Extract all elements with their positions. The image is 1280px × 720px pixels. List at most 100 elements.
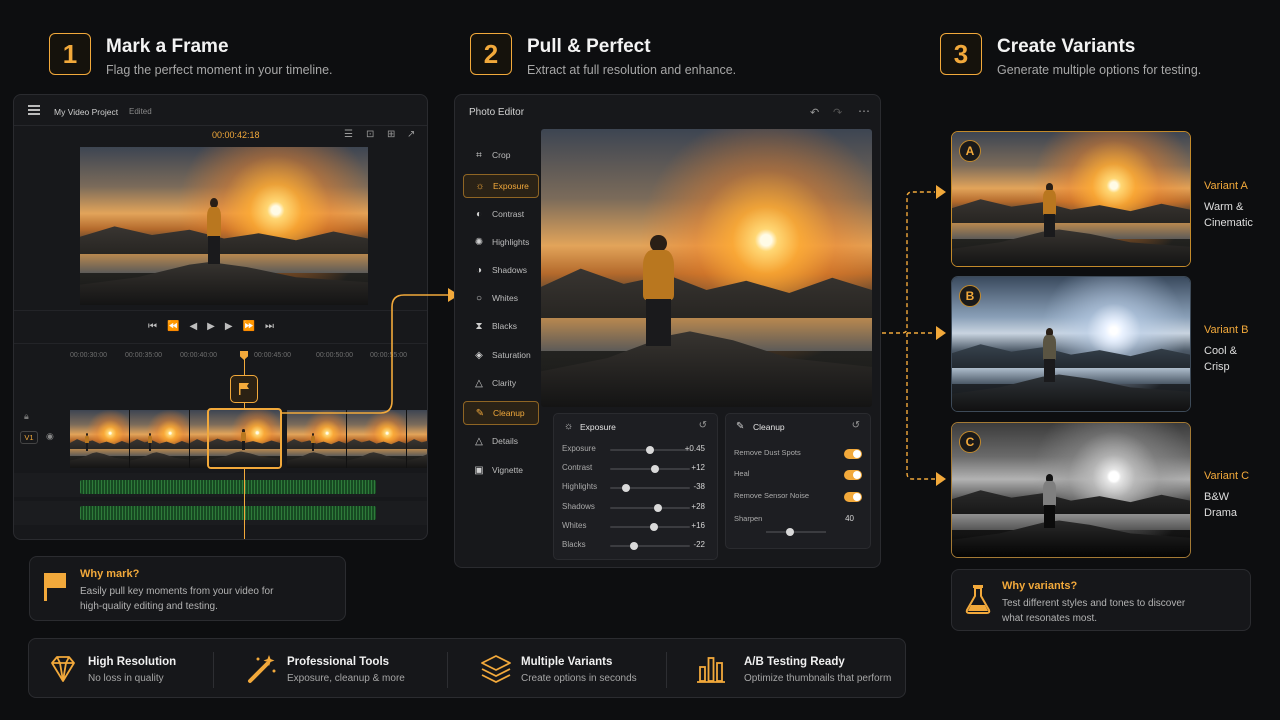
tool-label: Highlights xyxy=(492,237,530,247)
tool-contrast[interactable]: ◐ Contrast xyxy=(463,202,539,226)
variant-card-a[interactable]: A xyxy=(951,131,1191,267)
fullscreen-icon[interactable]: ⊞ xyxy=(387,129,395,140)
cleanup-panel: ✎ Cleanup ↺ Remove Dust Spots Heal Remov… xyxy=(725,413,871,549)
share-icon[interactable]: ↗ xyxy=(407,129,415,140)
sharpen-row: Sharpen 40 xyxy=(726,512,870,528)
feature-title: A/B Testing Ready xyxy=(744,656,845,668)
sun-icon: ☼ xyxy=(564,421,574,432)
toggle-label: Remove Dust Spots xyxy=(734,448,801,457)
more-icon[interactable]: ⋯ xyxy=(858,104,870,118)
step-2-title: Pull & Perfect xyxy=(527,36,651,57)
adjust-slider-knob[interactable] xyxy=(650,465,659,474)
settings-icon[interactable]: ☰ xyxy=(344,129,353,140)
eye-icon[interactable]: ◉ xyxy=(46,431,54,442)
tool-details[interactable]: △ Details xyxy=(463,429,539,453)
step-3-title: Create Variants xyxy=(997,36,1136,57)
redo-icon[interactable]: ↷ xyxy=(833,106,842,119)
adjust-row-highlights: Highlights -38 xyxy=(554,480,717,496)
tool-label: Saturation xyxy=(492,350,531,360)
transport-controls[interactable]: ⏮⏪◀▶▶⏩⏭ xyxy=(148,321,284,332)
contrast-icon: ◐ xyxy=(475,208,483,220)
tool-exposure[interactable]: ☼ Exposure xyxy=(463,174,539,198)
flag-marker[interactable] xyxy=(230,375,258,403)
adjust-row-exposure: Exposure +0.45 xyxy=(554,442,717,458)
toggle-heal[interactable] xyxy=(844,470,862,480)
tool-blacks[interactable]: ⧗ Blacks xyxy=(463,314,539,338)
adjust-label: Blacks xyxy=(562,540,586,549)
export-icon[interactable]: ⊡ xyxy=(366,129,374,140)
video-preview xyxy=(80,147,368,305)
variant-card-c[interactable]: C xyxy=(951,422,1191,558)
tool-crop[interactable]: ⌗ Crop xyxy=(463,143,539,167)
variant-a-desc-1: Warm & xyxy=(1204,201,1244,213)
adjust-slider-track[interactable] xyxy=(610,545,690,547)
lock-icon[interactable]: 🔒︎ xyxy=(24,411,29,422)
marked-frame[interactable] xyxy=(207,408,282,469)
tool-label: Blacks xyxy=(492,321,518,331)
adjust-slider-knob[interactable] xyxy=(630,542,638,550)
tool-shadows[interactable]: ◑ Shadows xyxy=(463,258,539,282)
toggle-sensor-noise[interactable] xyxy=(844,492,862,502)
toggle-row: Remove Sensor Noise xyxy=(726,489,870,505)
adjust-slider-knob[interactable] xyxy=(650,522,658,531)
ruler-tick: 00:00:35:00 xyxy=(125,352,162,359)
tool-highlights[interactable]: ✺ Highlights xyxy=(463,230,539,254)
reset-icon[interactable]: ↺ xyxy=(852,420,860,431)
adjust-label: Exposure xyxy=(562,444,596,453)
highlights-icon: ✺ xyxy=(474,236,484,248)
why-mark-title: Why mark? xyxy=(80,568,140,580)
track-label-v1[interactable]: V1 xyxy=(20,431,38,444)
tool-label: Clarity xyxy=(492,378,517,388)
why-variants-box: Why variants? Test different styles and … xyxy=(951,569,1251,631)
adjust-slider-track[interactable] xyxy=(610,506,690,509)
variant-b-image xyxy=(952,277,1190,411)
adjust-slider-knob[interactable] xyxy=(646,446,654,454)
step-1-number: 1 xyxy=(49,33,91,75)
variant-card-b[interactable]: B xyxy=(951,276,1191,412)
hamburger-icon[interactable] xyxy=(28,105,40,115)
whites-icon: ○ xyxy=(475,292,483,304)
feature-desc: Optimize thumbnails that perform xyxy=(744,673,892,684)
cleanup-panel-title: Cleanup xyxy=(753,422,785,432)
reset-icon[interactable]: ↺ xyxy=(699,420,707,431)
adjust-slider-knob[interactable] xyxy=(622,484,630,493)
adjust-value: -38 xyxy=(693,482,705,492)
exposure-panel: ☼ Exposure ↺ Exposure +0.45 Contrast +12 Hig… xyxy=(553,413,718,560)
tool-label: Shadows xyxy=(492,265,527,275)
feature-title: High Resolution xyxy=(88,656,177,668)
blacks-icon: ⧗ xyxy=(475,320,483,332)
adjust-label: Shadows xyxy=(562,501,595,511)
tool-label: Cleanup xyxy=(493,408,525,418)
tool-cleanup[interactable]: ✎ Cleanup xyxy=(463,401,539,425)
variant-badge: C xyxy=(959,431,981,453)
photo-canvas[interactable] xyxy=(541,129,872,407)
tool-label: Details xyxy=(492,436,518,446)
tool-clarity[interactable]: △ Clarity xyxy=(463,371,539,395)
adjust-value: -22 xyxy=(693,540,705,549)
project-status: Edited xyxy=(129,107,152,116)
adjust-row-shadows: Shadows +28 xyxy=(554,500,717,516)
why-mark-box: Why mark? Easily pull key moments from y… xyxy=(29,556,346,621)
variant-b-desc-2: Crisp xyxy=(1204,361,1230,373)
flag-icon xyxy=(239,383,249,395)
toggle-dust-spots[interactable] xyxy=(844,449,862,459)
sharpen-slider-knob[interactable] xyxy=(786,528,794,536)
feature-desc: Exposure, cleanup & more xyxy=(287,673,405,684)
variant-a-name: Variant A xyxy=(1204,180,1248,192)
why-variants-line-1: Test different styles and tones to disco… xyxy=(1002,598,1186,609)
undo-icon[interactable]: ↶ xyxy=(810,106,819,119)
sharpen-slider[interactable] xyxy=(766,531,826,533)
tool-vignette[interactable]: ▣ Vignette xyxy=(463,458,539,482)
adjust-slider-knob[interactable] xyxy=(654,503,662,512)
adjust-row-blacks: Blacks -22 xyxy=(554,538,717,554)
variant-c-desc-1: B&W xyxy=(1204,491,1230,503)
tool-saturation[interactable]: ◈ Saturation xyxy=(463,343,539,367)
sharpen-label: Sharpen xyxy=(734,514,763,523)
tool-whites[interactable]: ○ Whites xyxy=(463,286,539,310)
adjust-label: Contrast xyxy=(562,463,593,473)
layers-icon xyxy=(481,655,511,684)
vignette-icon: ▣ xyxy=(474,464,484,476)
sharpen-value: 40 xyxy=(845,514,854,523)
tool-label: Exposure xyxy=(493,181,529,191)
adjust-label: Highlights xyxy=(562,482,598,492)
